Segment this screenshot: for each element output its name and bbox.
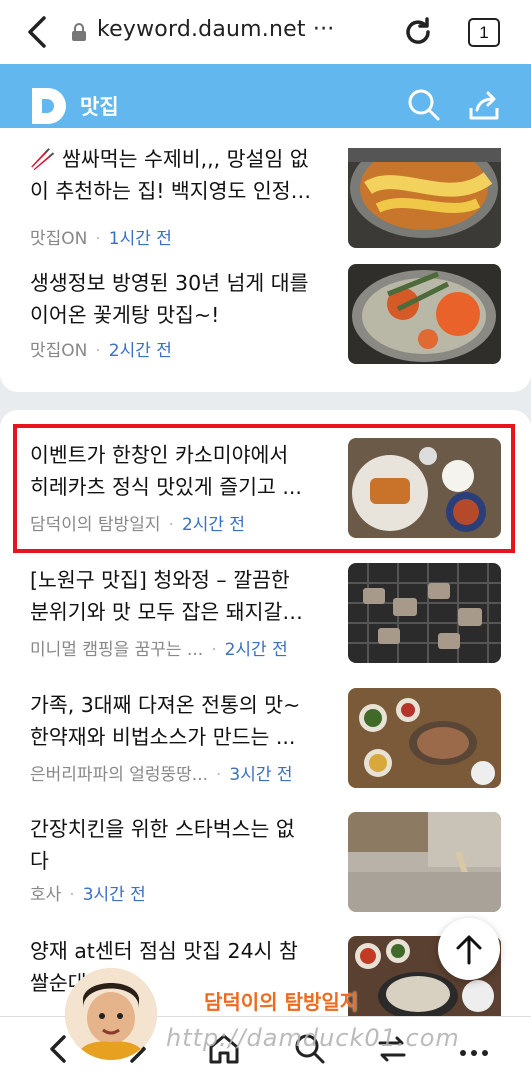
item-source: 맛집ON xyxy=(30,341,88,361)
item-title-line: 생생정보 방영된 30년 넘게 대를 xyxy=(30,271,309,295)
item-meta: 호사 · 3시간 전 xyxy=(30,885,146,905)
item-meta: 맛집ON · 2시간 전 xyxy=(30,341,172,361)
item-time: 1시간 전 xyxy=(108,229,172,249)
item-time: 2시간 전 xyxy=(224,640,288,660)
item-thumbnail[interactable] xyxy=(348,688,501,788)
item-title-line: 간장치킨을 위한 스타벅스는 없 xyxy=(30,817,295,841)
item-source: 맛집ON xyxy=(30,229,88,249)
item-time: 3시간 전 xyxy=(229,765,293,785)
item-thumbnail[interactable] xyxy=(348,812,501,912)
item-thumbnail[interactable] xyxy=(348,563,501,663)
item-source: 은버리파파의 얼렁뚱땅... xyxy=(30,765,209,785)
item-title-line: 분위기와 맛 모두 잡은 돼지갈… xyxy=(30,600,303,624)
item-thumbnail[interactable] xyxy=(348,148,501,248)
avatar xyxy=(65,968,157,1060)
search-icon[interactable] xyxy=(407,88,441,122)
watermark-url: http://damduck01.com xyxy=(166,1024,460,1052)
item-title-line: 이 추천하는 집! 백지영도 인정… xyxy=(30,179,312,203)
tabs-icon[interactable]: 1 xyxy=(468,18,500,47)
section-title: 맛집 xyxy=(80,95,119,119)
item-meta: 은버리파파의 얼렁뚱땅... · 3시간 전 xyxy=(30,765,293,785)
share-icon[interactable] xyxy=(467,88,501,122)
highlight-box xyxy=(13,424,515,553)
lock-icon xyxy=(72,23,86,41)
item-time: 2시간 전 xyxy=(108,341,172,361)
watermark-text: 담덕이의 탐방일지 xyxy=(204,990,359,1014)
url-text[interactable]: keyword.daum.net ··· xyxy=(97,17,334,42)
item-title-line: 양재 at센터 점심 맛집 24시 참 xyxy=(30,939,298,963)
item-title-line: 🥢 쌈싸먹는 수제비,,, 망설임 없 xyxy=(30,147,309,171)
item-thumbnail[interactable] xyxy=(348,264,501,364)
scroll-top-button[interactable] xyxy=(438,918,500,980)
item-source: 호사 xyxy=(30,885,62,905)
item-meta: 맛집ON · 1시간 전 xyxy=(30,229,172,249)
item-source: 미니멀 캠핑을 꿈꾸는 ... xyxy=(30,640,204,660)
item-title-line: 다 xyxy=(30,849,49,873)
browser-url-bar: keyword.daum.net ··· 1 xyxy=(0,0,531,64)
arrow-up-icon xyxy=(456,935,482,965)
item-title-line: 한약재와 비법소스가 만드는 ... xyxy=(30,725,296,749)
back-icon[interactable] xyxy=(22,14,54,50)
reload-icon[interactable] xyxy=(400,14,436,50)
menu-icon[interactable] xyxy=(456,1031,492,1067)
news-card-top: 🥢 쌈싸먹는 수제비,,, 망설임 없 이 추천하는 집! 백지영도 인정… 맛… xyxy=(0,128,531,392)
daum-logo[interactable] xyxy=(30,86,68,126)
item-title-line: 이어온 꽃게탕 맛집~! xyxy=(30,303,220,327)
item-meta: 미니멀 캠핑을 꿈꾸는 ... · 2시간 전 xyxy=(30,640,288,660)
item-time: 3시간 전 xyxy=(82,885,146,905)
item-title-line: 가족, 3대째 다져온 전통의 맛~ xyxy=(30,693,301,717)
item-title-line: [노원구 맛집] 청와정 – 깔끔한 xyxy=(30,568,290,592)
